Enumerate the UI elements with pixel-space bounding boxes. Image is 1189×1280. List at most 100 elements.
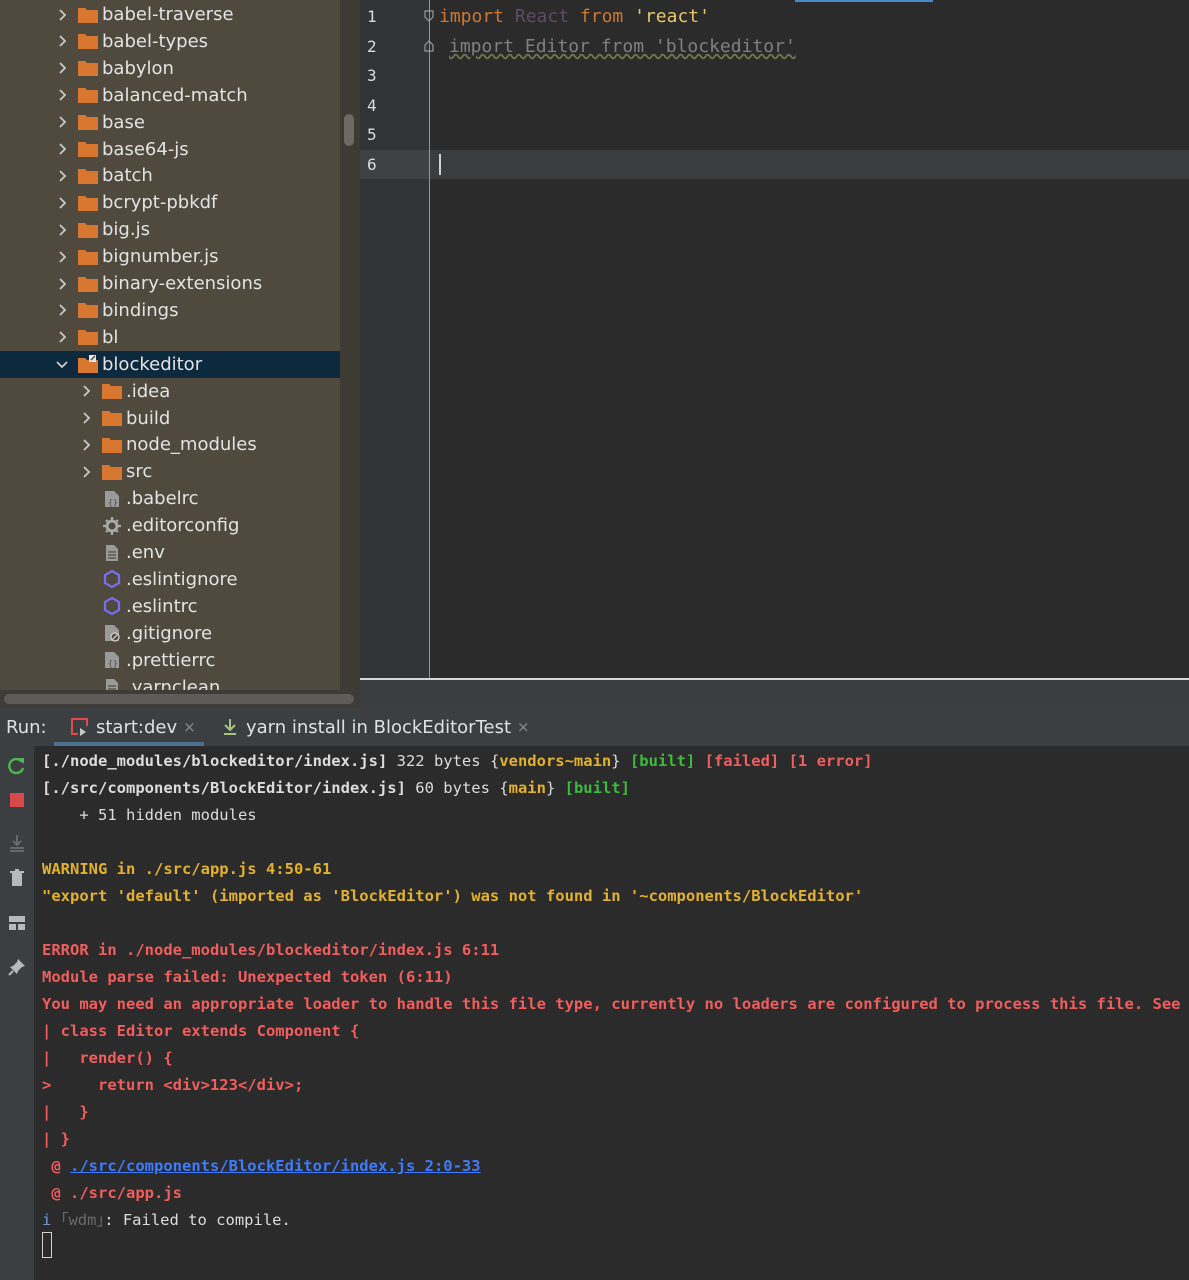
tree-item-babelrc[interactable]: {} .babelrc	[0, 485, 340, 512]
folder-icon	[78, 301, 98, 319]
tab-start-dev-label: start:dev	[96, 716, 178, 738]
tree-item-env[interactable]: .env	[0, 539, 340, 566]
tree-item-base[interactable]: base	[0, 109, 340, 136]
close-icon[interactable]: ×	[517, 718, 530, 736]
chevron-right-icon[interactable]	[78, 437, 94, 453]
chevron-right-icon[interactable]	[78, 383, 94, 399]
tab-start-dev[interactable]: start:dev ×	[70, 708, 196, 746]
rerun-icon[interactable]	[6, 755, 28, 777]
tree-item-base64-js[interactable]: base64-js	[0, 136, 340, 163]
chevron-right-icon[interactable]	[54, 276, 70, 292]
trash-icon[interactable]	[6, 867, 28, 889]
chevron-down-icon[interactable]	[54, 356, 70, 372]
tree-item-eslintrc[interactable]: .eslintrc	[0, 593, 340, 620]
tree-item-big-js[interactable]: big.js	[0, 216, 340, 243]
console-output[interactable]: [./node_modules/blockeditor/index.js] 32…	[36, 746, 1189, 1280]
chevron-right-icon[interactable]	[54, 60, 70, 76]
error-code-line: | render() {	[42, 1049, 173, 1067]
keyword-from: from	[579, 6, 624, 27]
tree-item-bignumber-js[interactable]: bignumber.js	[0, 243, 340, 270]
chevron-right-icon[interactable]	[54, 33, 70, 49]
svg-text:{}: {}	[108, 659, 118, 668]
tree-item-eslintignore[interactable]: .eslintignore	[0, 566, 340, 593]
tree-item-batch[interactable]: batch	[0, 162, 340, 189]
chevron-right-icon[interactable]	[78, 410, 94, 426]
folder-icon	[78, 140, 98, 158]
tree-item-node-modules[interactable]: node_modules	[0, 431, 340, 458]
chevron-right-icon[interactable]	[54, 87, 70, 103]
chevron-right-icon[interactable]	[54, 195, 70, 211]
pin-icon[interactable]	[6, 956, 28, 978]
console-line-module-2: [./src/components/BlockEditor/index.js] …	[42, 775, 630, 802]
tree-item-binary-extensions[interactable]: binary-extensions	[0, 270, 340, 297]
text-file-icon	[102, 678, 122, 690]
chunk-brace: {	[499, 779, 509, 797]
tree-item-gitignore[interactable]: .gitignore	[0, 620, 340, 647]
chevron-right-icon[interactable]	[54, 168, 70, 184]
import-trace-line-1: @ ./src/components/BlockEditor/index.js …	[42, 1153, 481, 1180]
chevron-right-icon[interactable]	[54, 302, 70, 318]
eslint-icon	[102, 597, 122, 616]
chevron-right-icon[interactable]	[54, 249, 70, 265]
layout-icon[interactable]	[6, 912, 28, 934]
tree-item-label: .idea	[126, 380, 171, 402]
tree-item-build[interactable]: build	[0, 405, 340, 432]
editor-status-strip	[360, 680, 1189, 708]
tree-item-label: binary-extensions	[102, 273, 263, 294]
close-icon[interactable]: ×	[183, 718, 196, 736]
tree-item-babylon[interactable]: babylon	[0, 55, 340, 82]
tree-item-label: base	[102, 111, 145, 133]
text-file-icon	[102, 544, 122, 562]
module-path: [./src/components/BlockEditor/index.js]	[42, 779, 406, 797]
tree-item-label: bl	[102, 326, 119, 348]
fold-start-icon[interactable]	[424, 10, 434, 22]
tree-item-idea[interactable]: .idea	[0, 378, 340, 405]
chevron-right-icon[interactable]	[54, 114, 70, 130]
project-tree-vertical-scrollbar[interactable]	[344, 114, 354, 146]
tree-item-prettierrc[interactable]: {} .prettierrc	[0, 647, 340, 674]
error-count-flag: [1 error]	[779, 752, 873, 770]
tree-item-bindings[interactable]: bindings	[0, 297, 340, 324]
fold-end-icon[interactable]	[424, 40, 434, 52]
linked-folder-icon	[78, 355, 98, 374]
chunk-name: vendors~main	[499, 752, 612, 770]
built-flag: [built]	[555, 779, 630, 797]
chevron-right-icon[interactable]	[78, 464, 94, 480]
folder-icon	[78, 59, 98, 77]
chevron-right-icon[interactable]	[54, 329, 70, 345]
tree-item-yarnclean[interactable]: .yarnclean	[0, 674, 340, 690]
tree-item-balanced-match[interactable]: balanced-match	[0, 82, 340, 109]
tree-item-label: bindings	[102, 299, 179, 321]
chevron-right-icon[interactable]	[54, 7, 70, 23]
project-tree-horizontal-scrollbar[interactable]	[4, 694, 354, 704]
project-tree-scroll-track	[340, 0, 360, 690]
stop-icon[interactable]	[6, 789, 28, 811]
module-path: [./node_modules/blockeditor/index.js]	[42, 752, 388, 770]
tree-item-babel-types[interactable]: babel-types	[0, 28, 340, 55]
chevron-right-icon[interactable]	[54, 141, 70, 157]
scroll-to-end-icon[interactable]	[6, 832, 28, 854]
code-editor[interactable]: 1 2 3 4 5 6 import React from 'react' im…	[360, 0, 1189, 680]
string-literal: 'react'	[634, 6, 710, 27]
tree-item-label: .eslintrc	[126, 595, 198, 617]
tree-item-bl[interactable]: bl	[0, 324, 340, 351]
tree-item-label: balanced-match	[102, 84, 248, 106]
tab-yarn-install[interactable]: yarn install in BlockEditorTest ×	[222, 708, 530, 746]
tree-item-bcrypt-pbkdf[interactable]: bcrypt-pbkdf	[0, 189, 340, 216]
tree-item-label: .env	[126, 542, 165, 563]
tree-item-editorconfig[interactable]: .editorconfig	[0, 512, 340, 539]
chevron-right-icon[interactable]	[54, 222, 70, 238]
import-trace-line-2: @ ./src/app.js	[42, 1184, 182, 1202]
tree-item-blockeditor[interactable]: blockeditor	[0, 350, 340, 378]
gear-icon	[102, 516, 122, 535]
error-title: ERROR in ./node_modules/blockeditor/inde…	[42, 941, 500, 959]
current-line-highlight	[360, 150, 1189, 179]
tree-item-babel-traverse[interactable]: babel-traverse	[0, 1, 340, 28]
tree-item-label: bcrypt-pbkdf	[102, 192, 218, 214]
source-link[interactable]: ./src/components/BlockEditor/index.js 2:…	[70, 1157, 481, 1175]
tree-item-src[interactable]: src	[0, 458, 340, 485]
